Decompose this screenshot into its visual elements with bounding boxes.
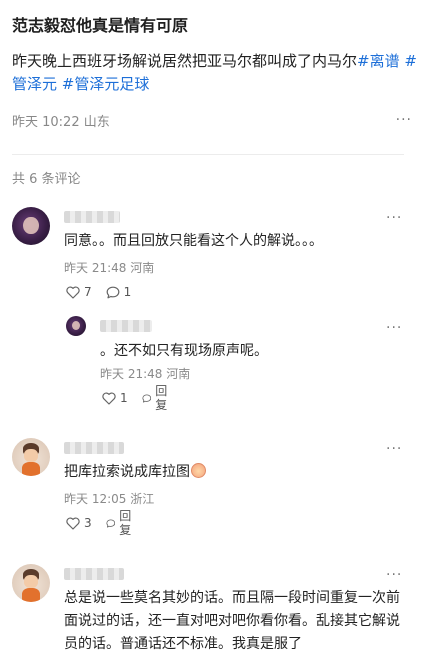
post-time-location: 昨天 10:22 山东 [12, 115, 110, 130]
comment-text: 。还不如只有现场原声呢。 [100, 343, 268, 359]
avatar-face [24, 575, 38, 588]
like-count: 7 [84, 285, 92, 299]
like-button[interactable]: 1 [102, 391, 128, 405]
reply-button[interactable]: 1 [106, 285, 132, 299]
heart-icon [102, 391, 116, 405]
reply-button[interactable]: 回复 [106, 509, 136, 537]
comment-text: 同意。。而且回放只能看这个人的解说。。。 [64, 233, 323, 249]
username-blurred[interactable] [64, 442, 124, 454]
comment-meta: 昨天 21:48 河南 [100, 367, 191, 381]
comment-more-icon[interactable]: ··· [386, 566, 402, 584]
comment-more-icon[interactable]: ··· [386, 319, 402, 337]
reply-label: 回复 [119, 509, 132, 537]
like-count: 1 [120, 391, 128, 405]
heart-icon [66, 285, 80, 299]
like-count: 3 [84, 516, 92, 530]
comment-more-icon[interactable]: ··· [386, 209, 402, 227]
comment-bubble-icon [106, 518, 115, 528]
like-button[interactable]: 7 [66, 285, 92, 299]
comment-meta: 昨天 12:05 浙江 [64, 492, 155, 506]
avatar-shirt [21, 587, 41, 602]
comment-bubble-icon [142, 393, 151, 403]
avatar[interactable] [12, 207, 50, 245]
comment-text: 总是说一些莫名其妙的话。而且隔一段时间重复一次前面说过的话，还一直对吧对吧你看你… [64, 590, 400, 652]
post-body-text: 昨天晚上西班牙场解说居然把亚马尔都叫成了内马尔 [12, 52, 358, 70]
hashtag-guanzeyuan-football[interactable]: #管泽元足球 [62, 75, 150, 93]
heart-icon [66, 516, 80, 530]
comment-more-icon[interactable]: ··· [386, 440, 402, 458]
avatar[interactable] [66, 316, 86, 336]
avatar[interactable] [12, 564, 50, 602]
comment-actions: 7 1 [66, 284, 131, 300]
avatar[interactable] [12, 438, 50, 476]
avatar-shirt [21, 461, 41, 476]
post: 范志毅怼他真是情有可原 昨天晚上西班牙场解说居然把亚马尔都叫成了内马尔#离谱 #… [12, 14, 426, 96]
comment-actions: 3 回复 [66, 509, 136, 537]
divider [12, 154, 404, 155]
username-blurred[interactable] [100, 320, 152, 332]
hashtag-lipu[interactable]: #离谱 [357, 52, 400, 70]
comment-actions: 1 回复 [102, 384, 172, 412]
emoji-icon [191, 463, 206, 478]
post-title: 范志毅怼他真是情有可原 [12, 16, 189, 35]
post-body: 昨天晚上西班牙场解说居然把亚马尔都叫成了内马尔#离谱 #管泽元 #管泽元足球 [12, 50, 426, 96]
username-blurred[interactable] [64, 568, 124, 580]
post-meta: 昨天 10:22 山东 ··· [12, 111, 412, 131]
like-button[interactable]: 3 [66, 516, 92, 530]
comment-meta: 昨天 21:48 河南 [64, 261, 155, 275]
comment-text: 把库拉索说成库拉图 [64, 461, 394, 484]
reply-count: 1 [123, 285, 132, 299]
comment-bubble-icon [106, 286, 120, 298]
post-more-icon[interactable]: ··· [396, 111, 412, 129]
reply-button[interactable]: 回复 [142, 384, 172, 412]
reply-label: 回复 [155, 384, 168, 412]
username-blurred[interactable] [64, 211, 120, 223]
comments-count: 共 6 条评论 [12, 172, 81, 187]
avatar-face [24, 449, 38, 462]
comment-text-content: 把库拉索说成库拉图 [64, 464, 190, 480]
